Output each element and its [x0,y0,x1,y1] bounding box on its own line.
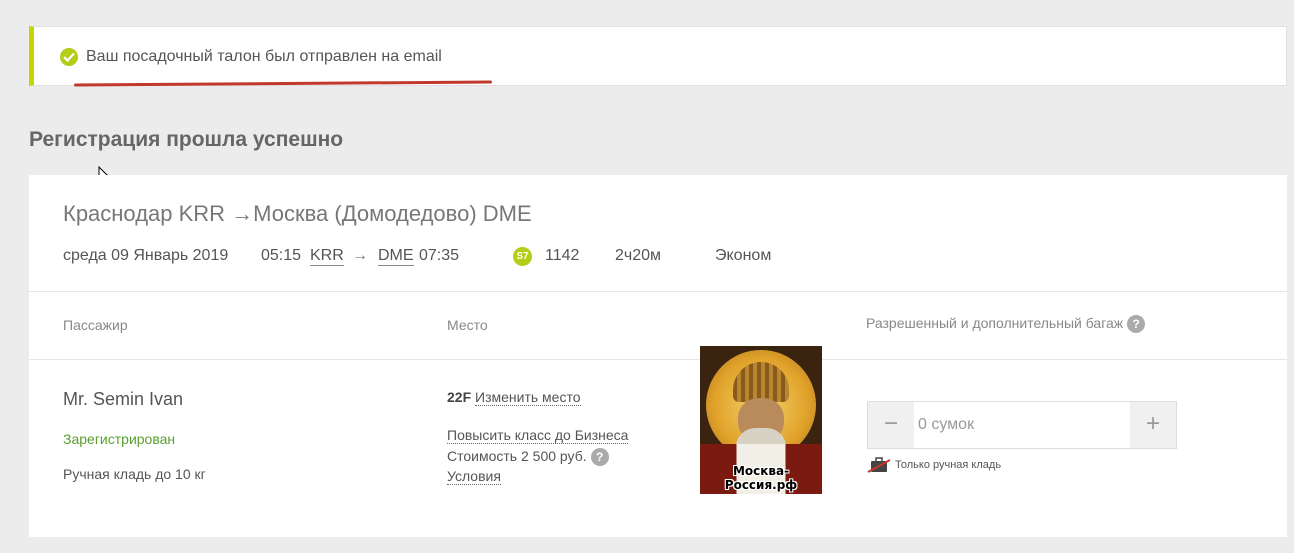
flight-duration: 2ч20м [615,247,662,264]
booking-card: Краснодар KRR →Москва (Домодедово) DME с… [29,175,1287,537]
hand-luggage-allowance: Ручная кладь до 10 кг [63,466,206,482]
departure-airport-code[interactable]: KRR [310,247,344,266]
flight-number: 1142 [545,247,580,264]
help-icon[interactable]: ? [1127,315,1146,334]
flight-route: Краснодар KRR →Москва (Домодедово) DME [63,201,532,226]
saint-icon-image: Москва- Россия.рф [700,346,822,494]
hand-luggage-only-note: Только ручная кладь [867,457,1001,473]
notification-message: Ваш посадочный талон был отправлен на em… [86,48,442,65]
passenger-name: Mr. Semin Ivan [63,389,184,409]
image-watermark: Москва- Россия.рф [724,464,798,492]
column-header-seat: Место [447,317,488,333]
baggage-header-label: Разрешенный и дополнительный багаж [866,315,1124,331]
red-underline-annotation [73,80,493,87]
arrow-right-icon: → [352,247,368,264]
checkin-status: Зарегистрирован [63,431,176,447]
upgrade-price: Стоимость 2 500 руб. [447,447,587,464]
divider [29,359,1287,360]
divider [29,291,1287,292]
notification-banner: Ваш посадочный талон был отправлен на em… [29,26,1287,87]
arrival-time: 07:35 [419,247,460,264]
baggage-quantity-stepper: − 0 сумок + [867,401,1177,449]
hand-luggage-only-label: Только ручная кладь [895,458,1002,471]
seat-info: 22F Изменить место [447,389,581,406]
seat-number: 22F [447,389,472,405]
flight-date: среда 09 Январь 2019 [63,247,229,264]
decrease-baggage-button[interactable]: − [868,402,914,448]
departure-time: 05:15 [261,247,302,264]
arrival-airport-code[interactable]: DME [378,247,414,266]
change-seat-link[interactable]: Изменить место [475,389,581,406]
column-header-passenger: Пассажир [63,317,128,333]
column-header-baggage: Разрешенный и дополнительный багаж? [866,315,1146,334]
airline-logo-icon: S7 [513,247,532,266]
conditions-link[interactable]: Условия [447,468,501,485]
help-icon[interactable]: ? [590,447,609,466]
upgrade-block: Повысить класс до Бизнеса Стоимость 2 50… [447,425,629,487]
check-circle-icon [60,48,78,66]
baggage-count: 0 сумок [918,416,975,433]
crossed-suitcase-icon [867,457,891,473]
page-title: Регистрация прошла успешно [29,128,344,151]
cabin-class: Эконом [715,247,772,264]
increase-baggage-button[interactable]: + [1130,402,1176,448]
upgrade-class-link[interactable]: Повысить класс до Бизнеса [447,427,629,444]
